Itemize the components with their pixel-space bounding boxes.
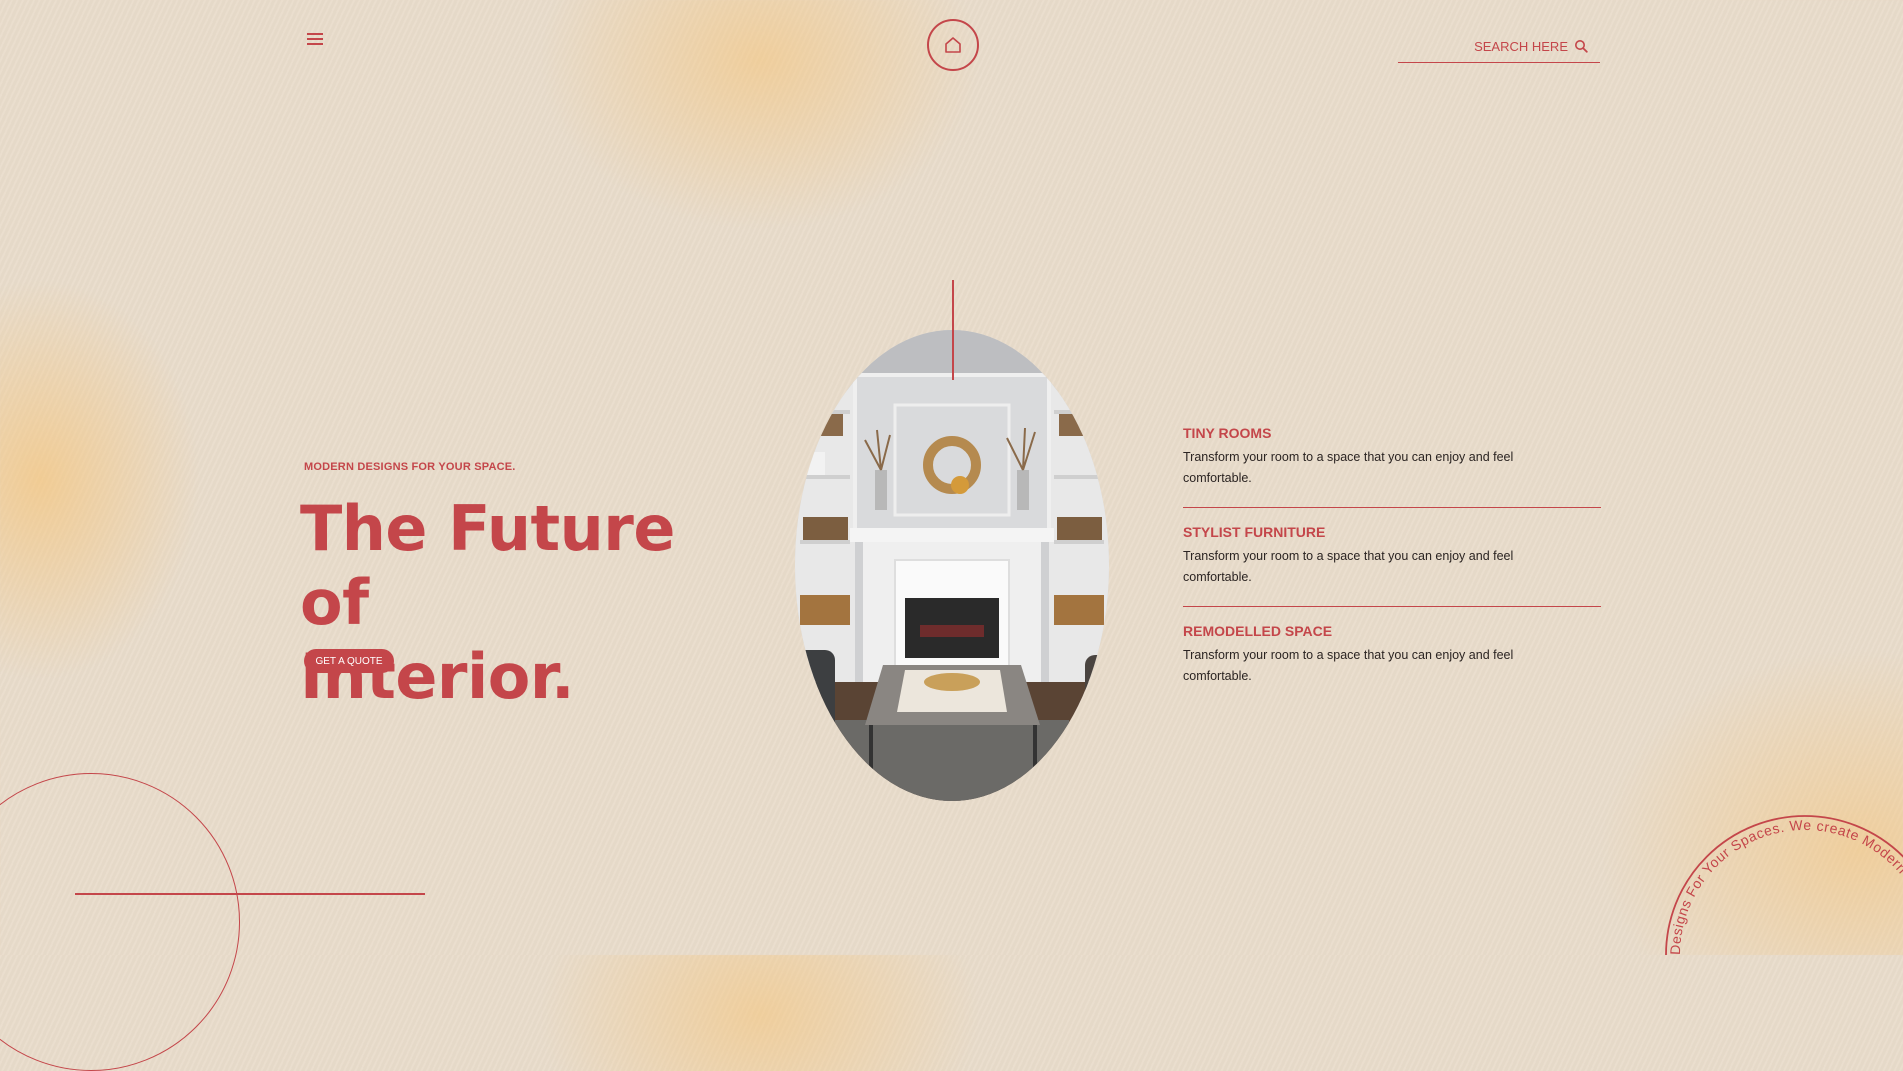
- living-room-illustration: [795, 330, 1109, 801]
- feature-text: Transform your room to a space that you …: [1183, 549, 1514, 584]
- hamburger-menu-icon: [307, 33, 323, 45]
- hero-tagline: MODERN DESIGNS FOR YOUR SPACE.: [304, 461, 516, 473]
- vertical-divider-line: [952, 280, 954, 380]
- decorative-line: [75, 893, 425, 895]
- features-list: TINY ROOMS Transform your room to a spac…: [1183, 425, 1601, 721]
- feature-item: REMODELLED SPACE Transform your room to …: [1183, 623, 1601, 705]
- hero-title-line-1: The Future of: [300, 492, 675, 639]
- search-icon[interactable]: [1574, 39, 1588, 53]
- decorative-circle: [0, 773, 240, 1071]
- feature-item: TINY ROOMS Transform your room to a spac…: [1183, 425, 1601, 508]
- feature-title: STYLIST FURNITURE: [1183, 524, 1326, 540]
- search-bar[interactable]: [1398, 30, 1600, 63]
- search-input[interactable]: [1418, 38, 1574, 54]
- feature-text: Transform your room to a space that you …: [1183, 450, 1514, 485]
- home-logo-button[interactable]: [927, 19, 979, 71]
- feature-text: Transform your room to a space that you …: [1183, 648, 1514, 683]
- feature-title: TINY ROOMS: [1183, 425, 1272, 441]
- badge-text: Designs For Your Spaces. We create Moder…: [1667, 817, 1903, 955]
- hero-title: The Future of Interior.: [300, 492, 760, 714]
- get-a-quote-button[interactable]: GET A QUOTE: [304, 649, 394, 673]
- home-icon: [945, 37, 961, 53]
- menu-button[interactable]: [304, 28, 326, 50]
- circular-text-badge: Designs For Your Spaces. We create Moder…: [1665, 815, 1903, 955]
- svg-text:Designs For Your Spaces. We cr: Designs For Your Spaces. We create Moder…: [1667, 817, 1903, 955]
- feature-title: REMODELLED SPACE: [1183, 623, 1333, 639]
- hero-room-image: [795, 330, 1109, 801]
- feature-item: STYLIST FURNITURE Transform your room to…: [1183, 524, 1601, 607]
